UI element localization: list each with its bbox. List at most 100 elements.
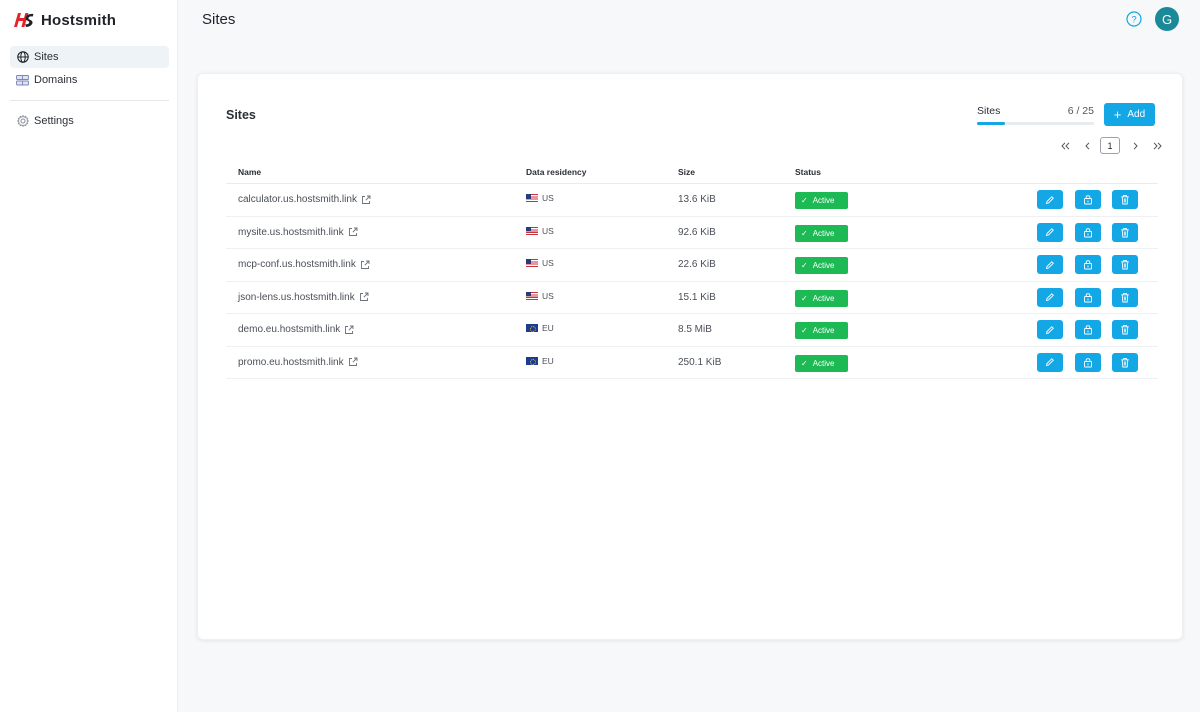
- question-circle-icon[interactable]: ?: [1126, 11, 1142, 27]
- lock-icon: [1084, 325, 1092, 335]
- edit-site-button[interactable]: [1037, 287, 1063, 307]
- card-title: Sites: [226, 108, 256, 122]
- sites-card: Sites Sites 6 / 25 + Add 1 Name Data res…: [197, 73, 1183, 640]
- sidebar-divider: [10, 100, 169, 101]
- next-page-icon[interactable]: [1126, 137, 1144, 154]
- edit-site-button[interactable]: [1037, 222, 1063, 242]
- pagination: 1: [1056, 137, 1170, 154]
- hostsmith-logo-icon: [14, 13, 34, 27]
- check-icon: ✓: [801, 261, 808, 270]
- delete-site-button[interactable]: [1112, 222, 1138, 242]
- external-link-icon[interactable]: [348, 227, 358, 237]
- lock-site-button[interactable]: [1075, 190, 1101, 209]
- status-badge: ✓ Active: [795, 289, 848, 307]
- site-name-cell: promo.eu.hostsmith.link: [238, 357, 358, 368]
- size-cell: 15.1 KiB: [678, 291, 716, 303]
- delete-site-button[interactable]: [1112, 352, 1138, 372]
- data-residency-cell: EU: [526, 356, 554, 366]
- region-label: EU: [542, 355, 554, 366]
- column-header-size[interactable]: Size: [678, 167, 695, 177]
- data-residency-cell: US: [526, 291, 554, 301]
- sidebar: Hostsmith Sites Domains Settings: [0, 0, 178, 712]
- sidebar-item-domains[interactable]: Domains: [10, 69, 169, 91]
- check-icon: ✓: [801, 228, 808, 238]
- us-flag-icon: [526, 259, 538, 267]
- sidebar-nav-secondary: Settings: [10, 110, 169, 133]
- delete-site-button[interactable]: [1112, 287, 1138, 307]
- status-badge: ✓ Active: [795, 354, 848, 372]
- site-name-link[interactable]: calculator.us.hostsmith.link: [238, 194, 357, 205]
- status-label: Active: [812, 293, 835, 303]
- last-page-icon[interactable]: [1148, 137, 1166, 154]
- check-icon: ✓: [801, 196, 808, 205]
- external-link-icon[interactable]: [360, 260, 370, 270]
- first-page-icon[interactable]: [1056, 137, 1074, 154]
- site-name-link[interactable]: mysite.us.hostsmith.link: [238, 227, 344, 238]
- lock-site-button[interactable]: [1075, 255, 1101, 274]
- lock-site-button[interactable]: [1075, 222, 1101, 242]
- pencil-icon: [1045, 228, 1054, 237]
- current-page[interactable]: 1: [1100, 137, 1120, 154]
- us-flag-icon: [526, 291, 538, 300]
- column-header-status[interactable]: Status: [795, 167, 821, 177]
- eu-flag-icon: [526, 324, 538, 332]
- trash-icon: [1121, 292, 1129, 302]
- delete-site-button[interactable]: [1112, 320, 1138, 339]
- table-row: mysite.us.hostsmith.link US 92.6 KiB ✓ A…: [226, 217, 1158, 249]
- edit-site-button[interactable]: [1037, 255, 1063, 274]
- edit-site-button[interactable]: [1037, 190, 1063, 209]
- edit-site-button[interactable]: [1037, 352, 1063, 372]
- edit-site-button[interactable]: [1037, 320, 1063, 339]
- add-button-label: Add: [1127, 109, 1146, 120]
- lock-icon: [1084, 227, 1092, 237]
- data-residency-cell: US: [526, 258, 554, 268]
- prev-page-icon[interactable]: [1078, 137, 1096, 154]
- site-name-cell: mcp-conf.us.hostsmith.link: [238, 259, 370, 270]
- table-body: calculator.us.hostsmith.link US 13.6 KiB…: [226, 184, 1158, 379]
- check-icon: ✓: [801, 293, 808, 303]
- plus-icon: +: [1113, 107, 1122, 122]
- lock-site-button[interactable]: [1075, 320, 1101, 339]
- data-residency-cell: EU: [526, 323, 554, 333]
- external-link-icon[interactable]: [361, 195, 371, 205]
- size-cell: 13.6 KiB: [678, 194, 716, 205]
- delete-site-button[interactable]: [1112, 255, 1138, 274]
- sidebar-item-sites[interactable]: Sites: [10, 46, 169, 68]
- column-header-data-residency[interactable]: Data residency: [526, 167, 586, 177]
- size-cell: 8.5 MiB: [678, 324, 712, 335]
- page-title: Sites: [202, 11, 236, 28]
- site-name-link[interactable]: json-lens.us.hostsmith.link: [238, 292, 355, 303]
- external-link-icon[interactable]: [359, 292, 369, 302]
- column-header-name[interactable]: Name: [238, 167, 261, 177]
- data-residency-cell: US: [526, 193, 554, 203]
- site-name-link[interactable]: demo.eu.hostsmith.link: [238, 324, 340, 335]
- lock-icon: [1084, 195, 1092, 205]
- avatar[interactable]: G: [1155, 7, 1179, 31]
- app-name: Hostsmith: [41, 11, 117, 29]
- size-cell: 22.6 KiB: [678, 259, 716, 270]
- us-flag-icon: [526, 226, 538, 235]
- external-link-icon[interactable]: [348, 357, 358, 367]
- status-badge: ✓ Active: [795, 322, 848, 339]
- globe-icon: [16, 51, 29, 64]
- status-label: Active: [812, 196, 835, 205]
- lock-site-button[interactable]: [1075, 287, 1101, 307]
- status-badge: ✓ Active: [795, 192, 848, 209]
- external-link-icon[interactable]: [344, 325, 354, 335]
- brand[interactable]: Hostsmith: [12, 10, 116, 30]
- site-name-link[interactable]: promo.eu.hostsmith.link: [238, 357, 344, 368]
- table-row: mcp-conf.us.hostsmith.link US 22.6 KiB ✓…: [226, 249, 1158, 282]
- sidebar-item-label: Sites: [34, 51, 59, 63]
- size-cell: 92.6 KiB: [678, 226, 716, 238]
- delete-site-button[interactable]: [1112, 190, 1138, 209]
- lock-site-button[interactable]: [1075, 352, 1101, 372]
- site-name-cell: demo.eu.hostsmith.link: [238, 324, 354, 335]
- add-site-button[interactable]: + Add: [1104, 103, 1155, 126]
- svg-text:?: ?: [1131, 14, 1136, 25]
- sidebar-item-settings[interactable]: Settings: [10, 110, 169, 132]
- eu-flag-icon: [526, 356, 538, 365]
- region-label: EU: [542, 323, 554, 333]
- table-header: Name Data residency Size Status: [226, 164, 1158, 184]
- gear-icon: [16, 115, 29, 128]
- site-name-link[interactable]: mcp-conf.us.hostsmith.link: [238, 259, 356, 270]
